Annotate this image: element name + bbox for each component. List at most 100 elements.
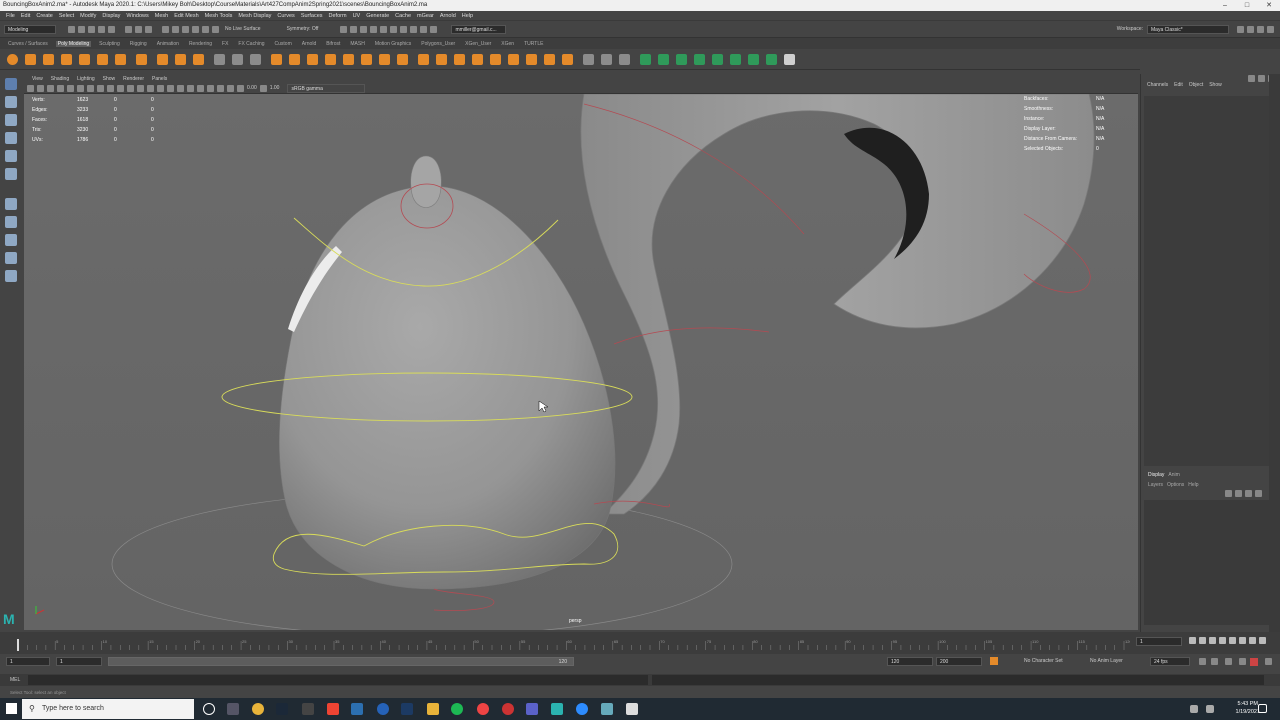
settings-icon[interactable] [1267,25,1274,33]
opera-icon[interactable] [477,703,489,715]
isolate-select-icon[interactable] [207,84,214,92]
end-time-field[interactable]: 200 [936,657,982,666]
shelf-tab-sculpting[interactable]: Sculpting [97,41,122,47]
shelf-tab-xgen[interactable]: XGen [499,41,516,47]
circularize-icon[interactable] [472,53,483,65]
animation-preferences-icon[interactable] [1239,658,1246,665]
cb-menu-show[interactable]: Show [1209,82,1222,88]
shelf-tab-animation[interactable]: Animation [155,41,181,47]
cb-sync-icon[interactable] [1258,75,1265,82]
minimize-icon[interactable]: – [1214,0,1236,11]
render-view-icon[interactable] [350,25,358,33]
smooth-icon[interactable] [250,53,261,65]
persp-outliner-layout-icon[interactable] [5,252,17,264]
menu-curves[interactable]: Curves [277,13,294,19]
sculpt-icon[interactable] [601,53,612,65]
menu-arnold[interactable]: Arnold [440,13,456,19]
exposure-value[interactable]: 0.00 [247,85,257,91]
notifications-icon[interactable] [1258,704,1267,713]
snap-grid-icon[interactable] [162,25,169,33]
live-surface-label[interactable]: No Live Surface [225,26,261,32]
shadows-icon[interactable] [167,84,174,92]
zoom-icon[interactable] [576,703,588,715]
menu-file[interactable]: File [6,13,15,19]
svg-tool-icon[interactable] [193,53,204,65]
menuset-dropdown[interactable]: Modeling [4,24,56,34]
insert-edge-loop-icon[interactable] [436,53,447,65]
merge-icon[interactable] [508,53,519,65]
gate-mask-icon[interactable] [97,84,104,92]
new-empty-layer-icon[interactable] [1245,490,1252,497]
cb-pin-icon[interactable] [1248,75,1255,82]
graph-editor-icon[interactable] [1257,25,1264,33]
panel-menu-panels[interactable]: Panels [152,76,167,82]
gamma-value[interactable]: 1.00 [270,85,280,91]
four-view-layout-icon[interactable] [5,216,17,228]
conform-icon[interactable] [583,53,594,65]
snap-point-icon[interactable] [182,25,189,33]
step-back-frame-icon[interactable] [1209,637,1216,644]
command-input[interactable] [28,675,648,685]
cb-menu-channels[interactable]: Channels [1147,82,1168,88]
account-dropdown[interactable]: mmiller@gmail.c... [451,24,507,34]
cb-menu-object[interactable]: Object [1189,82,1203,88]
grid-toggle-icon[interactable] [67,84,74,92]
shelf-tab-curves-surfaces[interactable]: Curves / Surfaces [6,41,50,47]
textured-icon[interactable] [147,84,154,92]
shelf-tab-bifrost[interactable]: Bifrost [324,41,342,47]
notepad-icon[interactable] [626,703,638,715]
go-to-start-icon[interactable] [1189,637,1196,644]
menu-windows[interactable]: Windows [126,13,148,19]
playback-start-field[interactable]: 1 [56,657,102,666]
persp-graph-layout-icon[interactable] [5,234,17,246]
multi-cut-icon[interactable] [418,53,429,65]
shelf-tab-poly-modeling[interactable]: Poly Modeling [55,40,92,47]
hypershade-icon[interactable] [390,25,398,33]
select-object-icon[interactable] [135,25,142,33]
chrome-icon[interactable] [252,703,264,715]
layer-menu-layers[interactable]: Layers [1148,482,1163,488]
toggle-attribute-editor-icon[interactable] [420,25,428,33]
menu-select[interactable]: Select [59,13,74,19]
poly-plane-icon[interactable] [97,53,108,65]
paint-select-tool-icon[interactable] [5,114,17,126]
panel-layout-icon[interactable] [1237,25,1244,33]
poly-cube-icon[interactable] [25,53,36,65]
teams-icon[interactable] [526,703,538,715]
playback-end-field[interactable]: 120 [887,657,933,666]
command-language-label[interactable]: MEL [10,677,20,683]
channel-box-list[interactable] [1144,96,1270,466]
safe-action-icon[interactable] [107,84,114,92]
bookmarks-icon[interactable] [37,84,44,92]
cb-menu-edit[interactable]: Edit [1174,82,1183,88]
make-hole-icon[interactable] [397,53,408,65]
panel-menu-show[interactable]: Show [103,76,116,82]
append-polygon-icon[interactable] [361,53,372,65]
shelf-tab-polygons-user[interactable]: Polygons_User [419,41,457,47]
loop-icon[interactable] [1199,658,1206,665]
panel-menu-shading[interactable]: Shading [51,76,69,82]
mudbox-icon[interactable] [351,703,363,715]
step-forward-key-icon[interactable] [1249,637,1256,644]
xray-icon[interactable] [217,84,224,92]
toggle-channel-box-icon[interactable] [430,25,438,33]
volume-icon[interactable] [1206,705,1214,713]
outliner-layout-icon[interactable] [5,270,17,282]
photoshop-icon[interactable] [401,703,413,715]
shelf-tab-custom[interactable]: Custom [273,41,294,47]
cache-icon[interactable] [1211,658,1218,665]
close-icon[interactable]: ✕ [1258,0,1280,11]
wedge-icon[interactable] [562,53,573,65]
poly-disc-icon[interactable] [115,53,126,65]
poly-torus-icon[interactable] [79,53,90,65]
relax-icon[interactable] [619,53,630,65]
keyframe-record-icon[interactable] [1250,658,1258,666]
snap-view-icon[interactable] [192,25,199,33]
side-panel-tabs[interactable] [1269,74,1280,632]
menu-uv[interactable]: UV [353,13,361,19]
lasso-tool-icon[interactable] [5,96,17,108]
shelf-tab-turtle[interactable]: TURTLE [522,41,545,47]
notes-icon[interactable] [601,703,613,715]
rotate-tool-icon[interactable] [5,150,17,162]
shelf-tab-mash[interactable]: MASH [348,41,366,47]
